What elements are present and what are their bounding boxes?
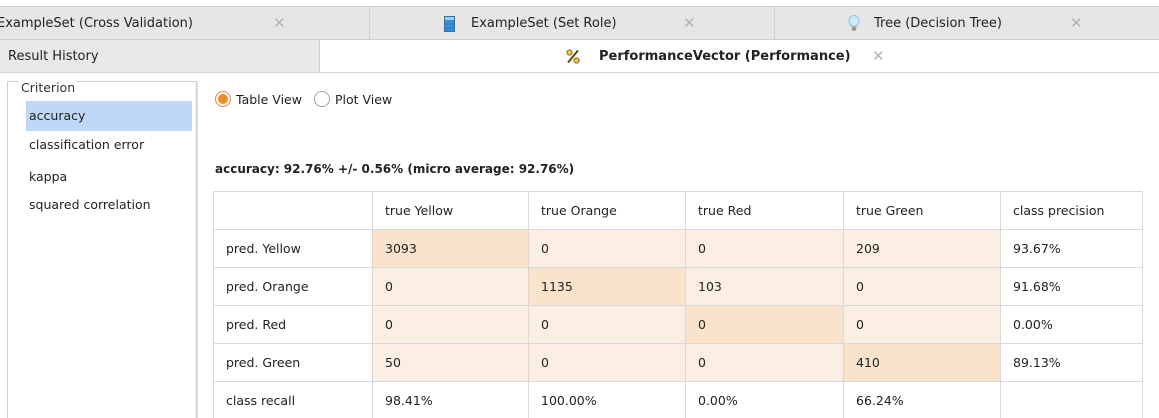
- close-icon[interactable]: ✕: [1070, 14, 1083, 32]
- radio-selected-icon: [215, 91, 231, 107]
- precision-cell: 93.67%: [1000, 229, 1143, 268]
- precision-cell: 89.13%: [1000, 343, 1143, 382]
- table-icon: [444, 16, 455, 35]
- criterion-panel: Criterion accuracy classification error …: [7, 81, 197, 418]
- matrix-cell: 0: [843, 267, 1001, 306]
- confusion-matrix: true Yellow true Orange true Red true Gr…: [213, 191, 1143, 418]
- row-header: pred. Yellow: [213, 229, 373, 268]
- row-header: pred. Green: [213, 343, 373, 382]
- matrix-cell: 0: [685, 305, 844, 344]
- matrix-cell: 0: [372, 267, 529, 306]
- matrix-cell: 0: [528, 229, 686, 268]
- close-icon[interactable]: ✕: [683, 14, 696, 32]
- matrix-cell: 3093: [372, 229, 529, 268]
- tab-tree-decision-tree[interactable]: Tree (Decision Tree) ✕: [775, 7, 1158, 39]
- row-header: pred. Red: [213, 305, 373, 344]
- table-row: pred. Red 0 0 0 0 0.00%: [213, 305, 1143, 344]
- row-header: pred. Orange: [213, 267, 373, 306]
- matrix-cell: 0: [528, 305, 686, 344]
- table-view-radio[interactable]: Table View: [215, 91, 302, 107]
- matrix-cell: 0: [843, 305, 1001, 344]
- matrix-header-row: true Yellow true Orange true Red true Gr…: [213, 191, 1143, 230]
- matrix-cell: 0: [685, 343, 844, 382]
- tab-label: Tree (Decision Tree): [874, 16, 1002, 31]
- table-row: pred. Green 50 0 0 410 89.13%: [213, 343, 1143, 382]
- matrix-cell: 0: [528, 343, 686, 382]
- matrix-cell: 209: [843, 229, 1001, 268]
- tab-performance-vector[interactable]: PerformanceVector (Performance) ✕: [320, 40, 1159, 72]
- recall-cell: [1000, 381, 1143, 418]
- plot-view-radio[interactable]: Plot View: [313, 91, 393, 107]
- matrix-cell: 1135: [528, 267, 686, 306]
- close-icon[interactable]: ✕: [273, 14, 286, 32]
- recall-cell: 100.00%: [528, 381, 686, 418]
- criterion-item-classification-error[interactable]: classification error: [26, 131, 192, 164]
- panel-divider[interactable]: [197, 81, 198, 418]
- secondary-tab-row: Result History PerformanceVector (Perfor…: [0, 40, 1159, 73]
- criterion-list: accuracy classification error kappa squa…: [26, 101, 192, 223]
- precision-cell: 0.00%: [1000, 305, 1143, 344]
- percent-icon: [566, 49, 580, 67]
- lightbulb-icon: [848, 15, 860, 35]
- criterion-item-accuracy[interactable]: accuracy: [26, 101, 192, 131]
- tab-label: ExampleSet (Set Role): [471, 16, 617, 31]
- matrix-cell: 0: [372, 305, 529, 344]
- tab-exampleset-set-role[interactable]: ExampleSet (Set Role) ✕: [370, 7, 775, 39]
- column-header: class precision: [1000, 191, 1143, 230]
- matrix-cell: 50: [372, 343, 529, 382]
- column-header: true Orange: [528, 191, 686, 230]
- criterion-legend: Criterion: [19, 80, 78, 95]
- column-header: true Yellow: [372, 191, 529, 230]
- recall-cell: 98.41%: [372, 381, 529, 418]
- result-tab-strip: ExampleSet (Cross Validation) ✕ ExampleS…: [0, 6, 1159, 40]
- criterion-item-kappa[interactable]: kappa: [26, 164, 192, 193]
- column-header: true Red: [685, 191, 844, 230]
- column-header: true Green: [843, 191, 1001, 230]
- table-row: pred. Yellow 3093 0 0 209 93.67%: [213, 229, 1143, 268]
- results-view: ExampleSet (Cross Validation) ✕ ExampleS…: [0, 0, 1159, 418]
- matrix-corner: [213, 191, 373, 230]
- recall-cell: 66.24%: [843, 381, 1001, 418]
- tab-label: Result History: [8, 48, 99, 64]
- table-row: pred. Orange 0 1135 103 0 91.68%: [213, 267, 1143, 306]
- tab-label: ExampleSet (Cross Validation): [0, 15, 193, 31]
- tab-label: PerformanceVector (Performance): [599, 49, 851, 64]
- view-toggle: Table View Plot View: [215, 91, 404, 107]
- recall-cell: 0.00%: [685, 381, 844, 418]
- matrix-cell: 103: [685, 267, 844, 306]
- close-icon[interactable]: ✕: [872, 47, 885, 65]
- criterion-item-squared-correlation[interactable]: squared correlation: [26, 193, 192, 223]
- row-header: class recall: [213, 381, 373, 418]
- tab-result-history[interactable]: Result History: [0, 40, 320, 72]
- radio-unselected-icon: [313, 91, 330, 107]
- tab-exampleset-cross-validation[interactable]: ExampleSet (Cross Validation) ✕: [0, 7, 370, 39]
- precision-cell: 91.68%: [1000, 267, 1143, 306]
- recall-row: class recall 98.41% 100.00% 0.00% 66.24%: [213, 381, 1143, 418]
- radio-label: Table View: [236, 91, 302, 107]
- matrix-cell: 410: [843, 343, 1001, 382]
- performance-summary: accuracy: 92.76% +/- 0.56% (micro averag…: [215, 162, 575, 176]
- matrix-cell: 0: [685, 229, 844, 268]
- radio-label: Plot View: [334, 91, 393, 107]
